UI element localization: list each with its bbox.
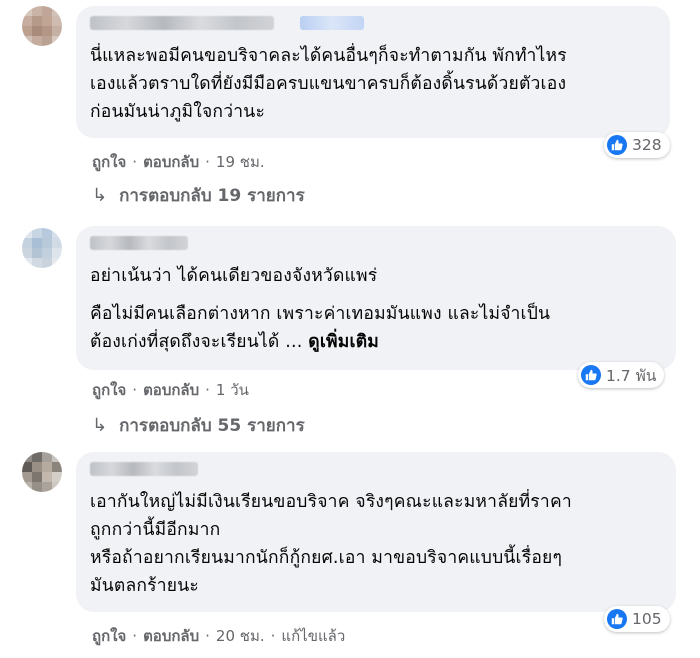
separator-dot: ·	[270, 627, 276, 645]
reaction-summary[interactable]: 105	[604, 606, 670, 632]
reaction-summary[interactable]: 328	[604, 132, 670, 158]
comment-line: ถูกกว่านี้มีอีกมาก	[90, 520, 221, 540]
comment-line: นี่แหละพอมีคนขอบริจาคละได้คนอื่นๆก็จะทำต…	[90, 46, 567, 66]
comment-line: เอากันใหญ่ไม่มีเงินเรียนขอบริจาค จริงๆคณ…	[90, 492, 572, 512]
comment-line: มันตลกร้ายนะ	[90, 576, 200, 596]
commenter-name-blurred[interactable]	[90, 16, 274, 30]
reply-arrow-icon: ↳	[92, 185, 108, 206]
view-replies-button[interactable]: ↳ การตอบกลับ 55 รายการ	[92, 412, 305, 439]
view-replies-button[interactable]: ↳ การตอบกลับ 19 รายการ	[92, 182, 305, 209]
reaction-count: 328	[632, 136, 662, 154]
separator-dot: ·	[205, 153, 210, 171]
comment-text-truncated: ต้องเก่งที่สุดถึงจะเรียนได้ ...	[90, 332, 309, 352]
comment-line: คือไม่มีคนเลือกต่างหาก เพราะค่าเทอมมันแพ…	[90, 304, 551, 324]
replies-label: การตอบกลับ 55 รายการ	[119, 416, 305, 436]
separator-dot: ·	[132, 381, 138, 399]
separator-dot: ·	[132, 627, 138, 645]
reply-button[interactable]: ตอบกลับ	[143, 624, 199, 648]
comment-bubble: เอากันใหญ่ไม่มีเงินเรียนขอบริจาค จริงๆคณ…	[76, 452, 676, 612]
avatar[interactable]	[22, 452, 62, 492]
timestamp[interactable]: 20 ชม.	[216, 624, 265, 648]
timestamp[interactable]: 1 วัน	[216, 378, 249, 402]
timestamp[interactable]: 19 ชม.	[216, 150, 265, 174]
comment-actions: ถูกใจ · ตอบกลับ · 19 ชม.	[92, 150, 265, 174]
see-more-link[interactable]: ดูเพิ่มเติม	[308, 332, 379, 352]
comment-actions: ถูกใจ · ตอบกลับ · 20 ชม. · แก้ไขแล้ว	[92, 624, 345, 648]
reaction-count: 105	[632, 610, 662, 628]
comment-text: เอากันใหญ่ไม่มีเงินเรียนขอบริจาค จริงๆคณ…	[90, 488, 664, 600]
like-button[interactable]: ถูกใจ	[92, 624, 126, 648]
separator-dot: ·	[205, 627, 210, 645]
reply-arrow-icon: ↳	[92, 415, 108, 436]
edited-label: แก้ไขแล้ว	[281, 627, 346, 645]
like-button[interactable]: ถูกใจ	[92, 150, 126, 174]
reaction-summary[interactable]: 1.7 พัน	[578, 362, 665, 388]
commenter-tag-blurred	[300, 16, 364, 30]
thumbs-up-icon	[607, 609, 627, 629]
comment-line: เองแล้วตราบใดที่ยังมีมือครบแขนขาครบก็ต้อ…	[90, 74, 567, 94]
thumbs-up-icon	[581, 365, 601, 385]
comment-line: ก่อนมันน่าภูมิใจกว่านะ	[90, 102, 266, 122]
comment-text: นี่แหละพอมีคนขอบริจาคละได้คนอื่นๆก็จะทำต…	[90, 42, 658, 126]
separator-dot: ·	[132, 153, 138, 171]
comment-bubble: อย่าเน้นว่า ได้คนเดียวของจังหวัดแพร่ คือ…	[76, 226, 676, 370]
like-button[interactable]: ถูกใจ	[92, 378, 126, 402]
commenter-name-blurred[interactable]	[90, 462, 198, 476]
separator-dot: ·	[205, 381, 210, 399]
thumbs-up-icon	[607, 135, 627, 155]
comment-line: หรือถ้าอยากเรียนมากนักก็กู้กยศ.เอา มาขอบ…	[90, 548, 563, 568]
comment-actions: ถูกใจ · ตอบกลับ · 1 วัน	[92, 378, 249, 402]
reaction-count: 1.7 พัน	[606, 366, 657, 385]
comment-paragraph: อย่าเน้นว่า ได้คนเดียวของจังหวัดแพร่	[90, 266, 378, 286]
avatar[interactable]	[22, 6, 62, 46]
reply-button[interactable]: ตอบกลับ	[143, 378, 199, 402]
avatar[interactable]	[22, 228, 62, 268]
comment-text: อย่าเน้นว่า ได้คนเดียวของจังหวัดแพร่ คือ…	[90, 262, 664, 356]
replies-label: การตอบกลับ 19 รายการ	[119, 186, 305, 206]
comment-bubble: นี่แหละพอมีคนขอบริจาคละได้คนอื่นๆก็จะทำต…	[76, 6, 670, 138]
commenter-name-blurred[interactable]	[90, 236, 188, 250]
comment-line: ต้องเก่งที่สุดถึงจะเรียนได้ ... ดูเพิ่มเ…	[90, 328, 664, 356]
reply-button[interactable]: ตอบกลับ	[143, 150, 199, 174]
